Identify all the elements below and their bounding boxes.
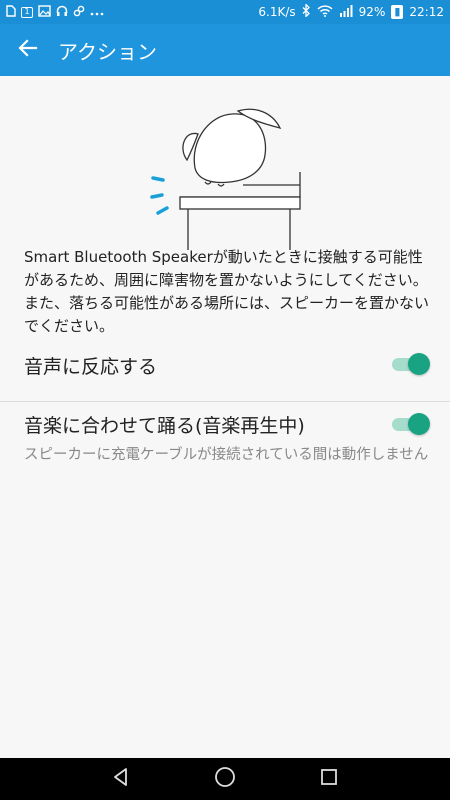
nav-back-button[interactable] [69,758,173,800]
triangle-back-icon [111,767,131,791]
setting-row-dance-to-music[interactable]: 音楽に合わせて踊る(音楽再生中) スピーカーに充電ケーブルが接続されている間は動… [0,402,450,497]
headset-icon [56,5,68,20]
nav-recents-button[interactable] [277,758,381,800]
calendar-icon: 1 [21,6,33,18]
navigation-bar [0,758,450,800]
toggle-thumb [408,353,430,375]
circle-home-icon [214,766,236,792]
setting-title-dance-to-music: 音楽に合わせて踊る(音楽再生中) [24,415,305,437]
app-bar: アクション [0,24,450,76]
speaker-illustration [140,100,320,250]
clock: 22:12 [409,5,444,19]
voice-reaction-toggle[interactable] [390,353,430,375]
sim-icon [6,4,16,20]
bluetooth-icon [302,2,311,20]
back-arrow-icon [18,38,38,62]
toggle-thumb [408,413,430,435]
setting-title-voice-reaction: 音声に反応する [24,356,158,378]
link-icon [73,5,85,20]
status-right: 6.1K/s 92% ▮ 22:12 [258,2,444,20]
status-left-icons: 1 [6,4,104,20]
more-icon [90,5,104,20]
square-recents-icon [319,767,339,791]
status-bar: 1 6.1K/s 92% ▮ 22:12 [0,0,450,24]
nav-home-button[interactable] [173,758,277,800]
net-speed: 6.1K/s [258,5,296,19]
image-icon [38,4,51,20]
setting-subtitle-dance-to-music: スピーカーに充電ケーブルが接続されている間は動作しません [24,447,429,463]
battery-icon: ▮ [391,5,404,19]
screen: 1 6.1K/s 92% ▮ 22:12 アクション Smart Bluetoo… [0,0,450,800]
page-title: アクション [58,39,157,64]
battery-percent: 92% [358,5,386,19]
warning-description: Smart Bluetooth Speakerが動いたときに接触する可能性がある… [24,248,430,335]
setting-row-voice-reaction[interactable]: 音声に反応する [0,340,450,400]
wifi-icon [317,4,333,20]
dance-to-music-toggle[interactable] [390,413,430,435]
back-button[interactable] [0,24,56,76]
signal-icon [339,4,353,20]
